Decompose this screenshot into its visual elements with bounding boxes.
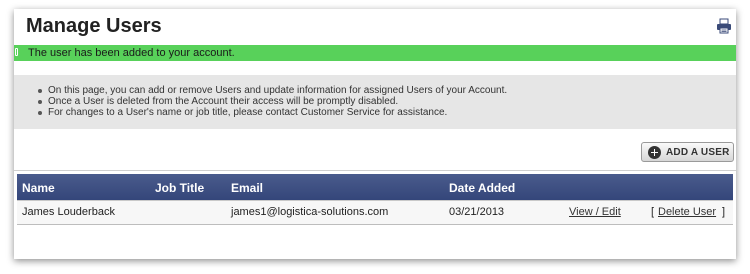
alert-marker-icon [15, 48, 18, 56]
printer-icon[interactable] [716, 18, 732, 34]
info-item: On this page, you can add or remove User… [38, 85, 507, 96]
manage-users-panel: Manage Users The user has been added to … [14, 9, 736, 259]
delete-user-link[interactable]: Delete User [658, 206, 716, 218]
column-header-job-title[interactable]: Job Title [155, 181, 204, 195]
cell-name: James Louderback [22, 206, 115, 218]
add-user-label: ADD A USER [666, 146, 730, 158]
table-header: Name Job Title Email Date Added [17, 174, 733, 201]
column-header-date-added[interactable]: Date Added [449, 181, 515, 195]
delete-bracket-open: [ [651, 206, 655, 218]
info-item: For changes to a User's name or job titl… [38, 107, 507, 118]
table-row: James Louderback james1@logistica-soluti… [17, 201, 733, 225]
view-edit-link[interactable]: View / Edit [569, 206, 621, 218]
info-box: On this page, you can add or remove User… [14, 75, 736, 129]
info-item: Once a User is deleted from the Account … [38, 96, 507, 107]
plus-circle-icon [648, 145, 661, 159]
cell-email: james1@logistica-solutions.com [231, 206, 389, 218]
page-title: Manage Users [26, 15, 162, 37]
column-header-email[interactable]: Email [231, 181, 263, 195]
column-header-name[interactable]: Name [22, 181, 55, 195]
info-list: On this page, you can add or remove User… [38, 85, 507, 118]
users-table: Name Job Title Email Date Added James Lo… [14, 170, 736, 229]
success-alert: The user has been added to your account. [14, 45, 736, 61]
cell-date-added: 03/21/2013 [449, 206, 505, 218]
delete-bracket-close: ] [722, 206, 726, 218]
add-user-button[interactable]: ADD A USER [641, 142, 734, 162]
alert-message: The user has been added to your account. [28, 47, 235, 59]
